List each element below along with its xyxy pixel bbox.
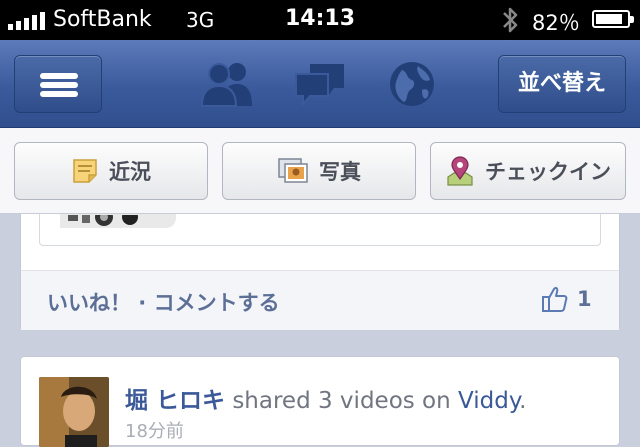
thumbs-up-icon [542,287,568,312]
photo-button[interactable]: 写真 [222,142,416,200]
hamburger-menu-icon [40,73,78,79]
status-bar: SoftBank 3G 14:13 82％ [0,0,640,40]
post-timestamp: 18分前 [125,421,184,442]
status-button[interactable]: 近況 [14,142,208,200]
attachment-preview[interactable] [39,214,601,246]
avatar[interactable] [39,377,109,447]
feed-post: 堀 ヒロキ shared 3 videos on Viddy. 18分前 [20,356,620,447]
post-period: . [519,388,527,414]
feed-post: いいね！ · コメントする 1 [20,214,620,330]
checkin-button[interactable]: チェックイン [430,142,626,200]
checkin-label: チェックイン [485,160,611,184]
battery-percent: 82％ [532,11,580,35]
photo-label: 写真 [319,160,361,184]
friend-requests-icon[interactable] [200,60,256,108]
like-count-value: 1 [577,287,592,311]
status-label: 近況 [109,160,151,184]
messages-icon[interactable] [294,60,348,108]
post-actions-bar: いいね！ · コメントする 1 [21,270,619,330]
post-action-text: shared 3 videos on [225,388,459,414]
attachment-thumbnail[interactable] [60,214,176,228]
note-icon [73,159,97,183]
composer-bar: 近況 写真 チェックイン [0,128,640,214]
like-comment-links[interactable]: いいね！ · コメントする [47,287,280,317]
menu-button[interactable] [14,55,102,113]
bluetooth-icon [503,7,518,33]
location-pin-icon [447,156,473,186]
battery-icon [592,10,634,28]
like-count[interactable]: 1 [541,285,592,313]
sort-button[interactable]: 並べ替え [498,55,626,113]
author-name[interactable]: 堀 ヒロキ [125,388,225,414]
notifications-globe-icon[interactable] [388,60,436,108]
nav-bar: 並べ替え [0,40,640,128]
post-header: 堀 ヒロキ shared 3 videos on Viddy. [125,381,526,415]
photo-icon [278,158,308,183]
app-link[interactable]: Viddy [458,388,519,414]
